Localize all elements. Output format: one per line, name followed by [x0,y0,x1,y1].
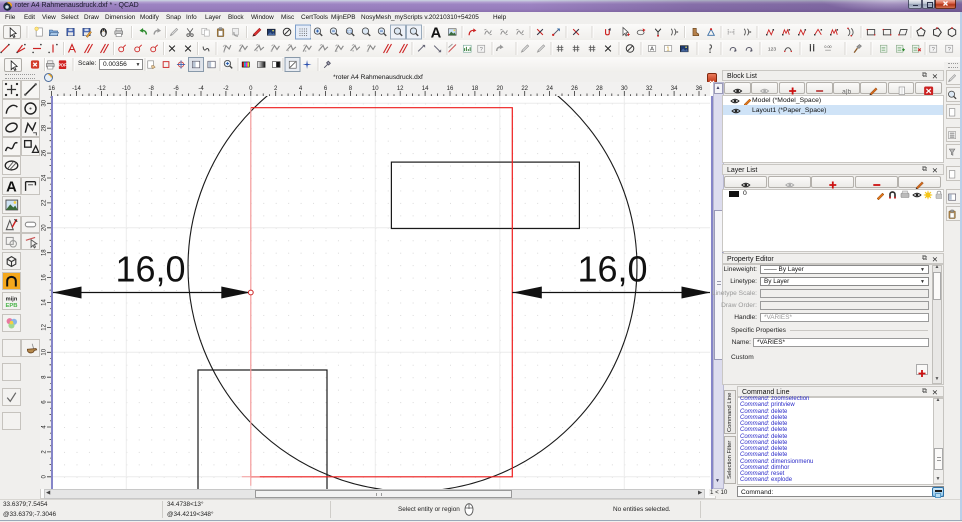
svg-text:A: A [6,180,17,194]
svg-text:?: ? [932,47,935,53]
svg-text:16,0: 16,0 [115,249,185,290]
svg-text:22: 22 [42,199,48,206]
svg-text:0.00: 0.00 [824,45,831,49]
svg-text:28: 28 [42,124,48,131]
svg-text:1:1: 1:1 [347,29,352,33]
svg-text:?: ? [948,47,951,53]
svg-text:A: A [431,26,442,42]
svg-text:26: 26 [42,149,48,156]
svg-text:16: 16 [42,274,48,281]
svg-text:20: 20 [42,224,48,231]
svg-text:18: 18 [42,249,48,256]
svg-text:PDF: PDF [58,63,67,68]
svg-text:A: A [650,47,654,53]
svg-text:EPB: EPB [5,303,17,309]
svg-text:16,0: 16,0 [577,249,647,290]
svg-text:1: 1 [666,47,669,53]
svg-text:mijn: mijn [6,296,18,302]
svg-text:14: 14 [42,299,48,306]
svg-text:24: 24 [42,174,48,181]
svg-text:10: 10 [42,348,48,355]
svg-text:30: 30 [42,99,48,106]
svg-text:?: ? [480,47,483,53]
svg-text:12: 12 [42,323,48,330]
svg-text:123: 123 [768,47,776,53]
